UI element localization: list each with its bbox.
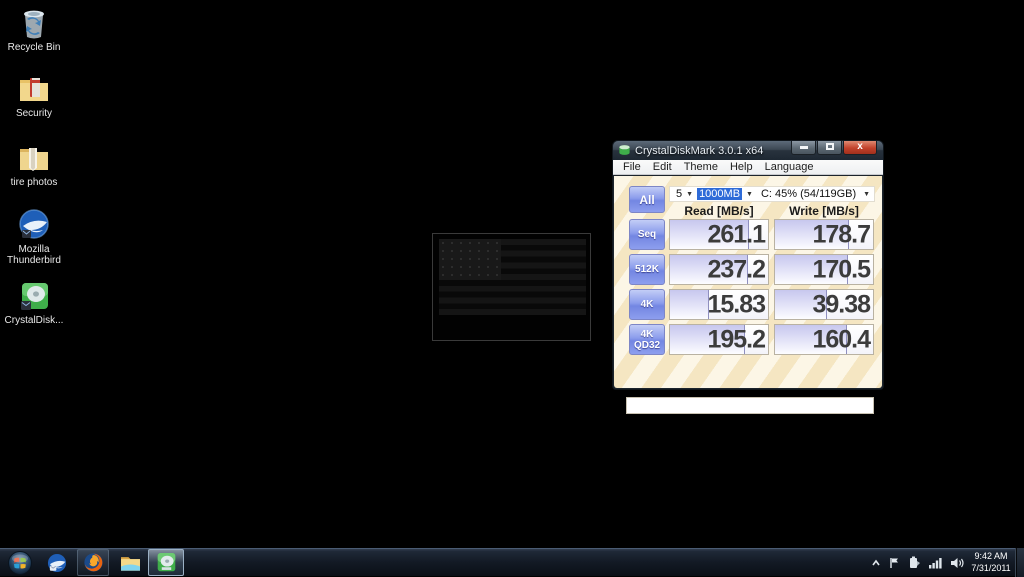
client-area: All 5 ▼ 1000MB ▼ C: 45% (54/119GB) ▼ Rea…: [614, 176, 882, 414]
crystaldiskmark-window: CrystalDiskMark 3.0.1 x64 x File Edit Th…: [612, 140, 884, 414]
menu-theme[interactable]: Theme: [678, 161, 724, 173]
crystaldiskmark-icon: [157, 553, 175, 572]
start-button[interactable]: [6, 549, 34, 576]
firefox-icon: [83, 553, 103, 572]
action-center-button[interactable]: [889, 557, 900, 569]
score-bar: [670, 290, 710, 319]
close-button[interactable]: x: [843, 141, 877, 155]
flag-wallpaper-image: [432, 233, 591, 341]
desktop-icon-label: CrystalDisk...: [4, 315, 64, 326]
flag-icon: [890, 557, 898, 568]
4k-write-score: 39.38: [774, 289, 874, 320]
all-test-button[interactable]: All: [629, 186, 665, 213]
desktop-icon-tire-photos[interactable]: tire photos: [2, 141, 66, 188]
comment-input[interactable]: [626, 397, 874, 414]
clock-date: 7/31/2011: [971, 563, 1011, 573]
desktop-icon-label: tire photos: [10, 177, 58, 188]
512k-test-button[interactable]: 512K: [629, 254, 665, 285]
windows-start-orb-icon: [8, 550, 32, 575]
4k-read-score: 15.83: [669, 289, 769, 320]
battery-plug-icon: [910, 556, 920, 568]
taskbar-explorer-button[interactable]: [115, 549, 145, 576]
seq-test-button[interactable]: Seq: [629, 219, 665, 250]
chevron-down-icon: ▼: [863, 190, 870, 198]
window-title: CrystalDiskMark 3.0.1 x64: [635, 144, 764, 157]
4k-qd32-test-button[interactable]: 4K QD32: [629, 324, 665, 355]
menu-bar: File Edit Theme Help Language: [613, 160, 883, 175]
app-icon: [619, 145, 630, 155]
show-hidden-icons-button[interactable]: [871, 559, 881, 567]
4k-qd32-write-score: 160.4: [774, 324, 874, 355]
thunderbird-icon: [19, 209, 49, 239]
desktop-icon-label: Mozilla Thunderbird: [7, 244, 61, 266]
show-desktop-button[interactable]: [1015, 548, 1024, 577]
taskbar: 9:42 AM 7/31/2011: [0, 547, 1024, 577]
chevron-down-icon: ▼: [746, 190, 753, 198]
title-bar[interactable]: CrystalDiskMark 3.0.1 x64 x: [613, 141, 883, 160]
system-tray: [867, 548, 968, 577]
flag-canton: [439, 239, 501, 280]
menu-file[interactable]: File: [617, 161, 647, 173]
desktop-icon-thunderbird[interactable]: Mozilla Thunderbird: [2, 208, 66, 266]
test-count-select[interactable]: 5 ▼: [670, 188, 697, 200]
speaker-icon: [951, 557, 964, 568]
desktop[interactable]: Recycle Bin Security tire photos Mozilla…: [0, 0, 1024, 577]
menu-edit[interactable]: Edit: [647, 161, 678, 173]
taskbar-firefox-button[interactable]: [77, 549, 109, 576]
explorer-folder-icon: [120, 557, 140, 571]
read-column-header: Read [MB/s]: [684, 204, 754, 218]
chevron-down-icon: ▼: [686, 190, 694, 198]
4k-test-button[interactable]: 4K: [629, 289, 665, 320]
thunderbird-icon: [47, 553, 67, 572]
folder-icon: [20, 148, 48, 171]
desktop-icon-label: Recycle Bin: [7, 42, 61, 53]
menu-help[interactable]: Help: [724, 161, 759, 173]
taskbar-crystaldiskmark-button[interactable]: [148, 549, 184, 576]
maximize-button[interactable]: [817, 141, 842, 155]
taskbar-clock[interactable]: 9:42 AM 7/31/2011: [968, 550, 1014, 574]
taskbar-thunderbird-button[interactable]: [42, 549, 72, 576]
desktop-icon-label: Security: [15, 108, 53, 119]
menu-language[interactable]: Language: [759, 161, 820, 173]
recycle-bin-icon: [24, 10, 44, 39]
crystaldiskmark-icon: [21, 283, 48, 310]
security-folder-icon: [20, 78, 48, 101]
test-size-select[interactable]: 1000MB ▼: [697, 188, 757, 200]
seq-read-score: 261.1: [669, 219, 769, 250]
power-button[interactable]: [908, 556, 921, 569]
network-button[interactable]: [929, 557, 942, 569]
volume-button[interactable]: [950, 557, 964, 569]
minimize-button[interactable]: [791, 141, 816, 155]
write-column-header: Write [MB/s]: [789, 204, 859, 218]
512k-read-score: 237.2: [669, 254, 769, 285]
seq-write-score: 178.7: [774, 219, 874, 250]
desktop-icon-security[interactable]: Security: [2, 72, 66, 119]
signal-bars-icon: [929, 557, 942, 568]
clock-time: 9:42 AM: [974, 551, 1008, 561]
4k-qd32-read-score: 195.2: [669, 324, 769, 355]
desktop-icon-recycle-bin[interactable]: Recycle Bin: [2, 6, 66, 53]
512k-write-score: 170.5: [774, 254, 874, 285]
desktop-icon-crystaldiskmark[interactable]: CrystalDisk...: [2, 279, 66, 326]
drive-select[interactable]: C: 45% (54/119GB) ▼: [757, 188, 874, 200]
test-settings-strip: 5 ▼ 1000MB ▼ C: 45% (54/119GB) ▼: [669, 186, 875, 202]
us-flag-graphic: [439, 239, 586, 315]
chevron-up-icon: [872, 559, 880, 565]
